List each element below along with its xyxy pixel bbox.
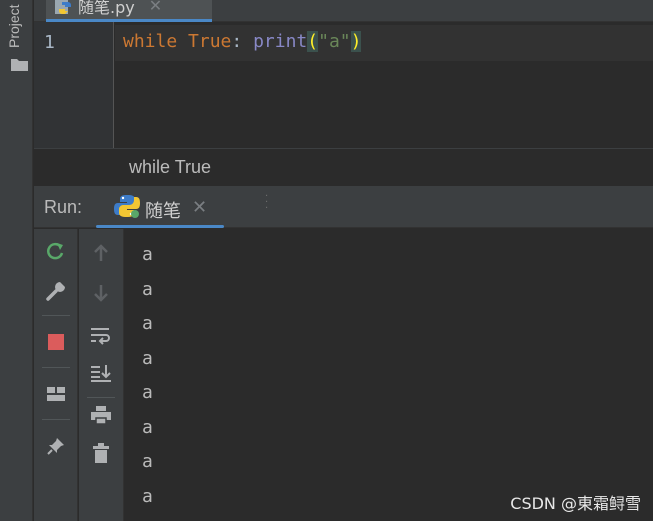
run-tool-window-header: Run: 随笔 ✕ · · · (34, 186, 653, 228)
scroll-to-end-icon (91, 365, 111, 382)
rerun-button[interactable] (42, 237, 70, 265)
toolbar-separator (42, 367, 70, 368)
paren-open: ( (307, 31, 319, 52)
code-editor[interactable]: while True: print("a") (115, 22, 653, 148)
scroll-to-end-button[interactable] (87, 359, 115, 387)
toolbar-separator (87, 397, 115, 398)
scroll-up-button[interactable] (87, 239, 115, 267)
project-tool-window-button[interactable]: Project (2, 0, 31, 80)
pin-icon (47, 438, 64, 455)
python-icon (114, 195, 140, 218)
console-line: a (142, 313, 153, 334)
layout-button[interactable] (42, 380, 70, 408)
run-label: Run: (44, 197, 83, 217)
console-line: a (142, 348, 153, 369)
layout-icon (47, 387, 65, 401)
breadcrumb[interactable]: while True (129, 157, 211, 178)
code-line-1[interactable]: while True: print("a") (123, 31, 362, 52)
folder-icon (11, 59, 28, 71)
breadcrumb-bar: while True (34, 148, 653, 186)
scroll-down-button[interactable] (87, 279, 115, 307)
editor-tab-bar: 随笔.py ✕ (34, 0, 653, 22)
line-number-gutter: 1 (34, 22, 114, 148)
editor-tab[interactable]: 随笔.py ✕ (46, 0, 212, 22)
console-line: a (142, 417, 153, 438)
print-button[interactable] (87, 401, 115, 429)
watermark: CSDN @東霜鲟雪 (510, 494, 641, 513)
keyword-true: True (188, 31, 232, 52)
left-tool-strip: Project (0, 0, 33, 521)
string-literal: "a" (318, 31, 351, 52)
pin-tab-button[interactable] (42, 432, 70, 460)
tab-filename: 随笔.py (78, 0, 135, 17)
console-line: a (142, 382, 153, 403)
run-tab[interactable]: 随笔 ✕ (96, 186, 224, 228)
arrow-up-icon (94, 244, 108, 261)
toolbar-separator (42, 315, 70, 316)
run-tab-name: 随笔 (145, 201, 181, 222)
console-line: a (142, 279, 153, 300)
python-file-icon (55, 0, 71, 14)
toolbar-separator (42, 419, 70, 420)
builtin-print: print (253, 31, 308, 52)
project-label: Project (6, 4, 22, 48)
tab-close-icon[interactable]: ✕ (149, 0, 162, 15)
keyword-while: while (123, 31, 178, 52)
console-line: a (142, 486, 153, 507)
drag-handle-icon[interactable]: · · · (265, 192, 268, 214)
run-toolbar-secondary (79, 229, 124, 521)
colon: : (231, 31, 243, 52)
run-tab-underline (96, 225, 224, 228)
trash-icon (93, 443, 109, 463)
arrow-down-icon (94, 285, 108, 302)
stop-icon (48, 334, 64, 350)
clear-all-button[interactable] (87, 439, 115, 467)
line-number: 1 (44, 32, 55, 53)
console-output[interactable]: a a a a a a a a (125, 229, 653, 521)
printer-icon (91, 406, 111, 425)
wrench-icon (46, 282, 65, 301)
soft-wrap-button[interactable] (87, 321, 115, 349)
run-tab-close-icon[interactable]: ✕ (192, 197, 207, 218)
paren-close: ) (350, 31, 362, 52)
console-line: a (142, 451, 153, 472)
settings-button[interactable] (42, 277, 70, 305)
console-line: a (142, 244, 153, 265)
stop-button[interactable] (42, 328, 70, 356)
soft-wrap-icon (91, 328, 110, 345)
rerun-icon (47, 242, 64, 260)
run-toolbar-primary (34, 229, 78, 521)
